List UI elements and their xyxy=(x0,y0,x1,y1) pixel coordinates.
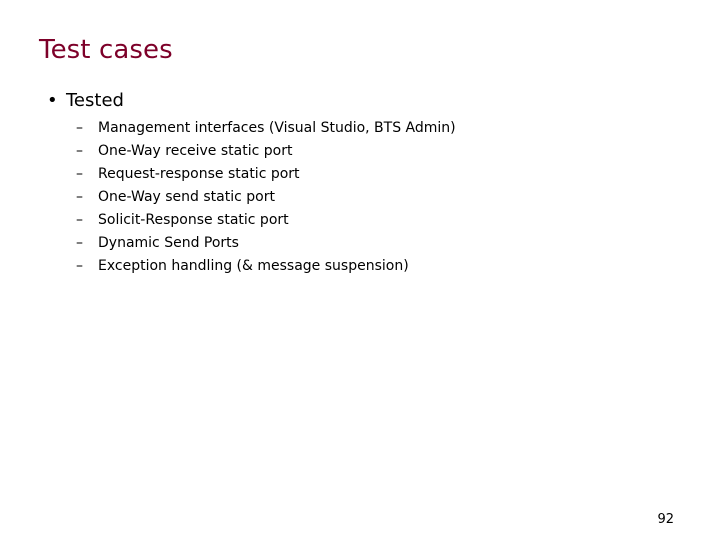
dash-marker-icon: – xyxy=(76,166,83,182)
list-item: – One-Way send static port xyxy=(0,186,720,209)
list-item-label: One-Way receive static port xyxy=(98,143,293,159)
list-item: – Management interfaces (Visual Studio, … xyxy=(0,117,720,140)
list-item: – Solicit-Response static port xyxy=(0,209,720,232)
list-item-label: Management interfaces (Visual Studio, BT… xyxy=(98,120,456,136)
slide-body: • Tested – Management interfaces (Visual… xyxy=(0,88,720,278)
dash-marker-icon: – xyxy=(76,258,83,274)
dash-marker-icon: – xyxy=(76,212,83,228)
dash-marker-icon: – xyxy=(76,189,83,205)
list-item-label: Dynamic Send Ports xyxy=(98,235,239,251)
page-number: 92 xyxy=(657,512,674,527)
page-title: Test cases xyxy=(39,35,173,65)
bullet-dot-icon: • xyxy=(47,90,58,111)
dash-marker-icon: – xyxy=(76,235,83,251)
bullet-item-label: Tested xyxy=(66,90,124,111)
list-item: – Dynamic Send Ports xyxy=(0,232,720,255)
list-item-label: Solicit-Response static port xyxy=(98,212,289,228)
list-item: – Request-response static port xyxy=(0,163,720,186)
dash-marker-icon: – xyxy=(76,120,83,136)
list-item-label: One-Way send static port xyxy=(98,189,275,205)
dash-marker-icon: – xyxy=(76,143,83,159)
test-case-list: – Management interfaces (Visual Studio, … xyxy=(0,117,720,278)
list-item-label: Request-response static port xyxy=(98,166,300,182)
list-item-label: Exception handling (& message suspension… xyxy=(98,258,409,274)
slide: Test cases • Tested – Management interfa… xyxy=(0,0,720,540)
list-item: – Exception handling (& message suspensi… xyxy=(0,255,720,278)
bullet-item-tested: • Tested xyxy=(0,88,720,114)
list-item: – One-Way receive static port xyxy=(0,140,720,163)
